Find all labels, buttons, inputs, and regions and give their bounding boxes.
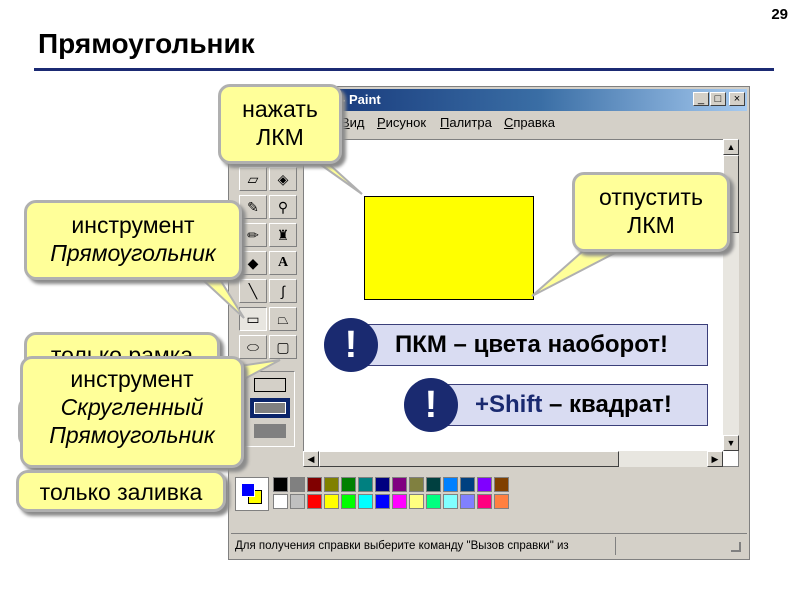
callout-rounded-line3: Прямоугольник — [23, 421, 241, 449]
callout-rect-line2-text: Прямоугольник — [50, 240, 216, 266]
callout-rounded-line2: Скругленный — [23, 393, 241, 421]
callout-press-text: нажать ЛКМ — [242, 96, 318, 150]
callout-press-lmb: нажать ЛКМ — [218, 84, 342, 164]
callout-rect-line2: Прямоугольник — [27, 239, 239, 267]
callout-release-text: отпустить ЛКМ — [599, 184, 703, 238]
callout-rounded-line1: инструмент — [70, 366, 194, 392]
callout-rounded-line3-text: Прямоугольник — [49, 422, 215, 448]
callout-rounded-line2-text: Скругленный — [60, 394, 204, 420]
callout-rectangle-tool: инструмент Прямоугольник — [24, 200, 242, 280]
callout-only-fill: только заливка — [16, 470, 226, 512]
tip-rmb-exclamation-icon: ! — [324, 318, 378, 372]
callout-rounded-rectangle-tool: инструмент Скругленный Прямоугольник — [20, 356, 244, 468]
tip-shift-rest: – квадрат! — [542, 391, 672, 418]
tip-rmb-text: ПКМ – цвета наоборот! — [395, 331, 669, 358]
callout-release-lmb: отпустить ЛКМ — [572, 172, 730, 252]
tip-shift-bar: +Shift – квадрат! — [434, 384, 708, 426]
tip-rmb-bar: ПКМ – цвета наоборот! — [354, 324, 708, 366]
tip-shift-exclamation-icon: ! — [404, 378, 458, 432]
callout-rect-line1: инструмент — [71, 212, 195, 238]
callout-only-fill-text: только заливка — [39, 479, 203, 505]
tip-shift-key: +Shift — [475, 391, 543, 418]
